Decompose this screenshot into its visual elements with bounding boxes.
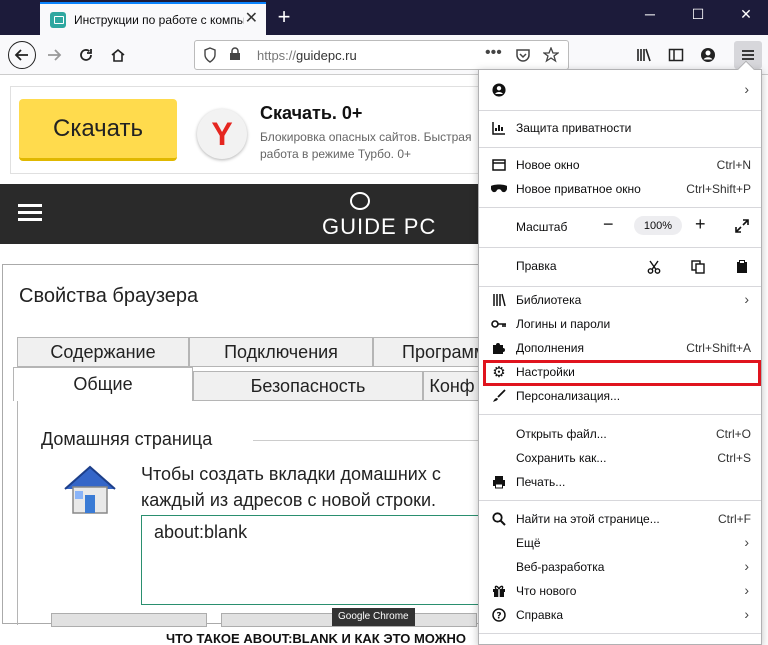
chevron-right-icon: › [744,534,749,550]
svg-text:?: ? [496,612,501,622]
chart-icon [491,120,507,136]
maximize-button[interactable]: ☐ [686,6,710,23]
copy-icon[interactable] [691,258,705,279]
site-favicon-icon [50,11,66,28]
menu-edit: Правка [479,252,761,280]
menu-customize[interactable]: Персонализация... [479,384,761,408]
menu-find-in-page[interactable]: Найти на этой странице... Ctrl+F [479,507,761,531]
new-tab-button[interactable]: + [272,4,296,30]
home-icon [111,48,125,62]
menu-more[interactable]: Ещё › [479,531,761,555]
tab-privacy: Конф [423,371,481,401]
tab-content: Содержание [17,337,189,367]
ad-title[interactable]: Скачать. 0+ [260,103,362,124]
menu-open-file[interactable]: Открыть файл... Ctrl+O [479,422,761,446]
chevron-right-icon: › [744,81,749,97]
tab-programs: Программы [373,337,481,367]
paste-icon[interactable] [735,258,749,279]
new-window-icon [491,157,507,173]
tooltip: Google Chrome [332,608,415,626]
arrow-left-icon [14,49,28,61]
library-icon [491,292,507,308]
key-icon [491,316,507,332]
paintbrush-icon [491,388,507,404]
site-logo[interactable]: GUIDE PC [322,214,436,240]
account-icon [491,82,507,98]
hamburger-icon [742,50,754,60]
home-page-section-label: Домашняя страница [41,429,219,450]
chevron-right-icon: › [744,582,749,598]
dialog-title: Свойства браузера [19,285,199,307]
page-actions-icon[interactable]: ••• [485,44,502,62]
close-window-button[interactable]: ✕ [734,6,758,23]
settings-highlight-frame [483,360,761,386]
url-text: https://guidepc.ru [257,48,357,63]
tab-general: Общие [13,367,193,401]
puzzle-icon [491,340,507,356]
mask-icon [491,181,507,197]
yandex-logo-icon: Y [197,109,247,159]
house-icon [64,465,116,514]
bookmark-star-icon[interactable] [542,46,560,66]
section-divider [253,440,481,441]
site-header: GUIDE PC [0,184,480,244]
menu-addons[interactable]: Дополнения Ctrl+Shift+A [479,336,761,360]
home-button[interactable] [104,41,132,69]
reload-button[interactable] [72,41,100,69]
minimize-button[interactable]: ─ [638,6,662,22]
sidebar-icon[interactable] [662,41,690,69]
article-heading: ЧТО ТАКОЕ ABOUT:BLANK И КАК ЭТО МОЖНО [166,631,466,645]
menu-save-as[interactable]: Сохранить как... Ctrl+S [479,446,761,470]
shield-icon[interactable] [203,47,217,66]
menu-private-window[interactable]: Новое приватное окно Ctrl+Shift+P [479,177,761,201]
chevron-right-icon: › [744,558,749,574]
browser-tab[interactable]: Инструкции по работе с компьютером ✕ [40,2,266,35]
menu-account[interactable]: › [479,78,761,102]
zoom-reset-button[interactable]: 100% [634,216,682,235]
browser-properties-screenshot: Свойства браузера Содержание Подключения… [2,264,486,627]
app-menu-panel: › Защита приватности Новое окно Ctrl+N Н… [478,69,762,645]
zoom-in-button[interactable]: + [695,214,706,235]
menu-whats-new[interactable]: Что нового › [479,579,761,603]
menu-web-developer[interactable]: Веб-разработка › [479,555,761,579]
chevron-right-icon: › [744,606,749,622]
laptop-logo-icon [350,192,370,210]
ad-download-button[interactable]: Скачать [19,99,177,161]
tab-connections: Подключения [189,337,373,367]
menu-privacy-protection[interactable]: Защита приватности [479,116,761,140]
menu-library[interactable]: Библиотека › [479,288,761,312]
chevron-right-icon: › [744,291,749,307]
dialog-button-1 [51,613,207,627]
library-icon[interactable] [630,41,658,69]
tab-security: Безопасность [193,371,423,401]
menu-logins[interactable]: Логины и пароли [479,312,761,336]
fullscreen-icon[interactable] [735,217,749,238]
home-page-field: about:blank [141,515,486,605]
menu-new-window[interactable]: Новое окно Ctrl+N [479,153,761,177]
help-icon: ? [491,607,507,623]
gift-icon [491,583,507,599]
home-page-instructions: Чтобы создать вкладки домашних с каждый … [141,464,441,510]
site-menu-icon[interactable] [18,204,42,222]
close-tab-icon[interactable]: ✕ [245,11,258,27]
cut-icon[interactable] [647,258,661,279]
menu-print[interactable]: Печать... [479,470,761,494]
menu-zoom: Масштаб − 100% + [479,213,761,241]
zoom-out-button[interactable]: − [603,214,614,235]
printer-icon [491,474,507,490]
arrow-right-icon [48,49,62,61]
reload-icon [80,49,92,61]
lock-icon[interactable] [229,47,241,64]
forward-button[interactable] [40,41,68,69]
tab-title: Инструкции по работе с компьютером [74,12,244,27]
menu-help[interactable]: ? Справка › [479,603,761,627]
tab-bar: Инструкции по работе с компьютером ✕ + ─… [0,0,768,35]
ad-banner[interactable]: Скачать Y Скачать. 0+ Блокировка опасных… [10,86,480,174]
search-icon [491,511,507,527]
back-button[interactable] [8,41,36,69]
ad-description: Блокировка опасных сайтов. Быстрая работ… [260,130,472,161]
url-bar[interactable]: https://guidepc.ru ••• [194,40,569,70]
pocket-icon[interactable] [515,47,531,66]
account-icon[interactable] [694,41,722,69]
